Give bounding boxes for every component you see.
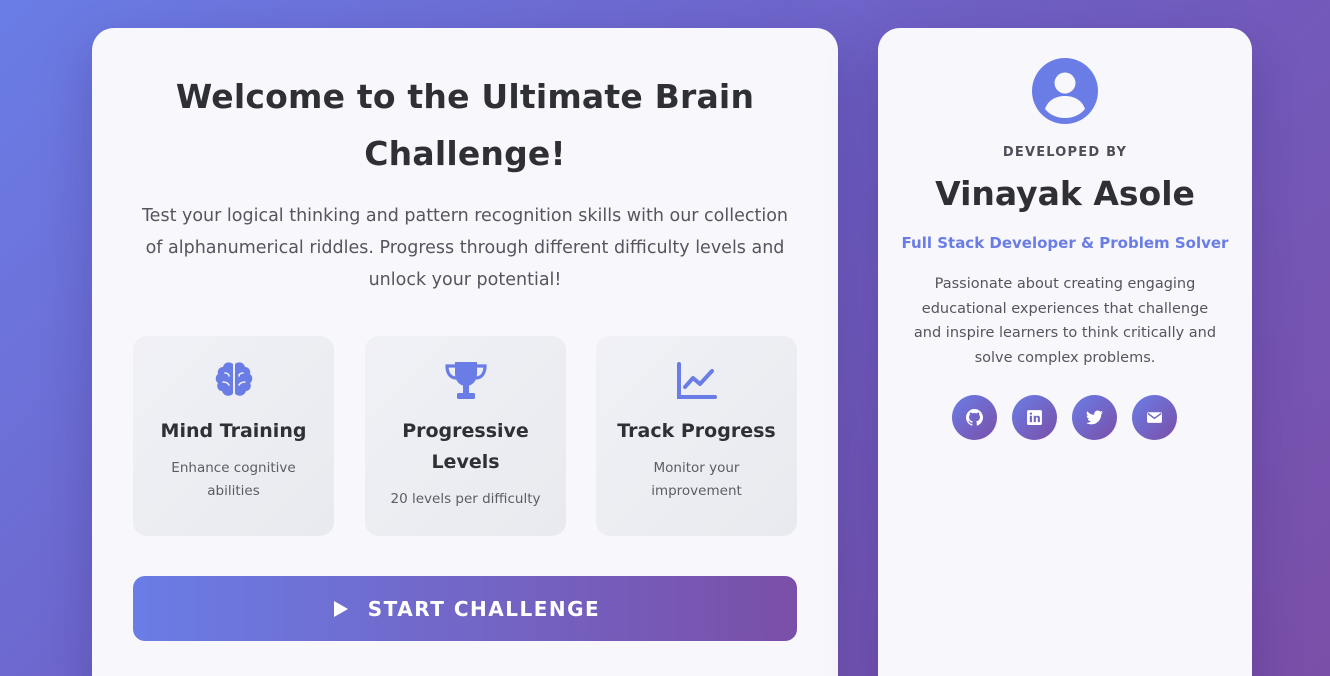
- page-title: Welcome to the Ultimate Brain Challenge!: [175, 77, 755, 173]
- feature-text: Enhance cognitive abilities: [171, 460, 296, 499]
- chart-line-icon: [674, 358, 720, 404]
- linkedin-link[interactable]: [1012, 395, 1057, 440]
- start-challenge-label: START CHALLENGE: [367, 596, 601, 621]
- developer-card: DEVELOPED BY Vinayak Asole Full Stack De…: [878, 28, 1252, 676]
- github-link[interactable]: [952, 395, 997, 440]
- feature-card-mind-training: Mind Training Enhance cognitive abilitie…: [133, 336, 334, 536]
- feature-title: Progressive Levels: [402, 420, 529, 473]
- feature-card-progressive-levels: Progressive Levels 20 levels per difficu…: [365, 336, 566, 536]
- welcome-card: Welcome to the Ultimate Brain Challenge!…: [92, 28, 838, 676]
- developer-bio: Passionate about creating engaging educa…: [913, 276, 1217, 366]
- trophy-icon: [443, 358, 489, 404]
- email-icon: [1146, 409, 1163, 426]
- developer-name: Vinayak Asole: [935, 174, 1195, 213]
- brain-icon: [211, 358, 257, 404]
- developer-role: Full Stack Developer & Problem Solver: [901, 234, 1229, 252]
- social-links: [952, 395, 1177, 440]
- feature-title: Track Progress: [617, 420, 776, 442]
- feature-title: Mind Training: [160, 420, 307, 442]
- email-link[interactable]: [1132, 395, 1177, 440]
- start-challenge-button[interactable]: START CHALLENGE: [133, 576, 797, 641]
- twitter-link[interactable]: [1072, 395, 1117, 440]
- linkedin-icon: [1026, 409, 1043, 426]
- user-circle-icon: [1032, 58, 1098, 124]
- feature-card-track-progress: Track Progress Monitor your improvement: [596, 336, 797, 536]
- developed-by-label: DEVELOPED BY: [1002, 145, 1128, 160]
- github-icon: [966, 409, 983, 426]
- twitter-icon: [1086, 409, 1103, 426]
- feature-text: Monitor your improvement: [651, 460, 742, 499]
- play-icon: [330, 599, 350, 619]
- intro-description: Test your logical thinking and pattern r…: [141, 206, 789, 290]
- feature-text: 20 levels per difficulty: [390, 491, 541, 507]
